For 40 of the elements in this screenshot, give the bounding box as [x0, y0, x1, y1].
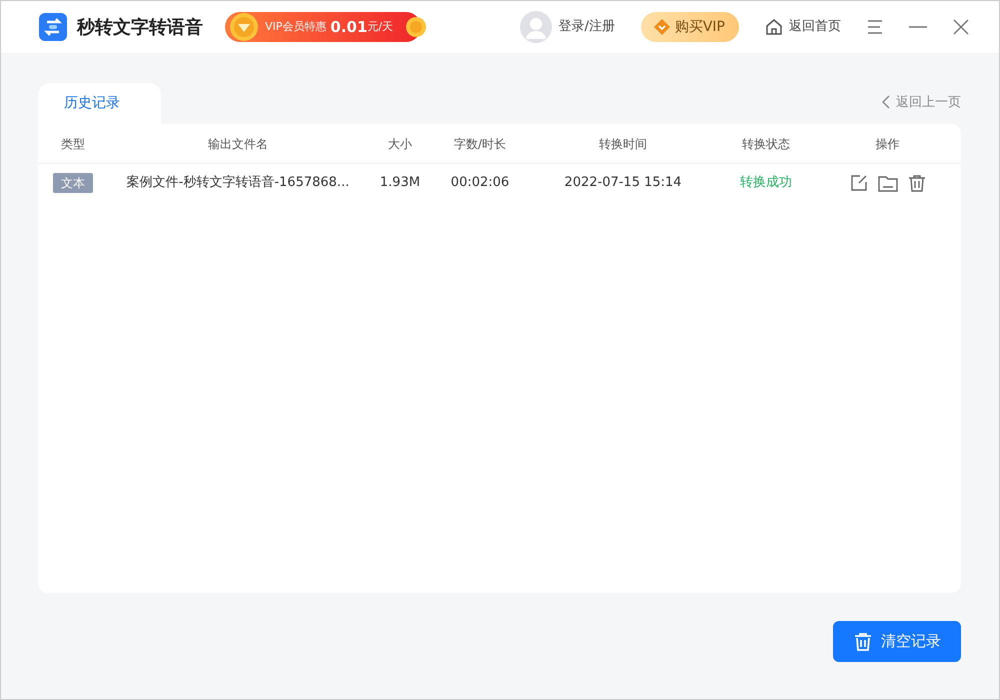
column-header: 大小	[387, 136, 413, 152]
close-button[interactable]	[953, 19, 969, 35]
column-header: 字数/时长	[452, 136, 508, 152]
trash-icon	[853, 632, 873, 652]
back-link[interactable]: 返回上一页	[882, 92, 961, 112]
time-cell-text: 2022-07-15 15:14	[563, 174, 683, 192]
delete-button[interactable]	[908, 174, 926, 192]
diamond-coin-icon	[229, 12, 259, 42]
minimize-button[interactable]	[909, 25, 927, 29]
folder-button[interactable]	[878, 174, 898, 192]
coin-icon	[405, 16, 428, 38]
filename-cell-text: 案例文件-秒转文字转语音-1657868...	[126, 174, 350, 192]
folder-icon	[878, 174, 898, 192]
trash-icon	[908, 174, 926, 192]
app-title: 秒转文字转语音	[77, 16, 203, 40]
menu-icon	[867, 20, 883, 34]
status-cell-text: 转换成功	[739, 174, 793, 192]
column-header: 转换状态	[741, 136, 791, 152]
menu-button[interactable]	[867, 20, 883, 34]
column-header: 转换时间	[598, 136, 648, 152]
clear-records-button[interactable]: 清空记录	[833, 621, 961, 662]
column-header: 操作	[874, 136, 900, 152]
edit-icon	[850, 174, 868, 192]
column-header: 输出文件名	[207, 136, 269, 152]
duration-cell-text: 00:02:06	[450, 174, 510, 192]
size-cell-text: 1.93M	[378, 174, 422, 192]
type-tag: 文本	[53, 173, 93, 193]
login-button[interactable]: 登录/注册	[520, 11, 615, 43]
column-header: 类型	[60, 136, 86, 152]
minimize-icon	[909, 25, 927, 29]
chevron-left-icon	[882, 95, 890, 110]
history-tab[interactable]: 历史记录	[38, 83, 161, 124]
edit-button[interactable]	[850, 174, 868, 192]
close-icon	[953, 19, 969, 35]
home-button[interactable]: 返回首页	[765, 17, 841, 37]
avatar-icon	[520, 11, 552, 43]
app-logo-icon	[39, 13, 67, 41]
diamond-icon	[652, 18, 671, 36]
home-icon	[765, 18, 783, 36]
buy-vip-button[interactable]: 购买VIP	[640, 12, 739, 42]
